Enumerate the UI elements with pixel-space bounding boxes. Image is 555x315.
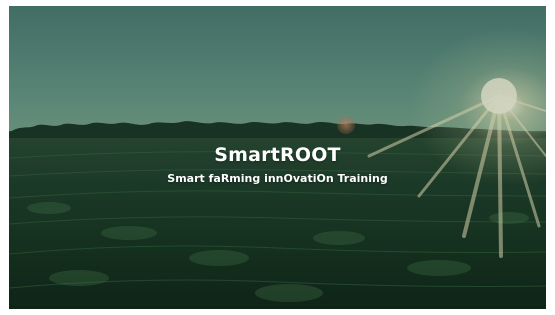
slide-title: SmartROOT [214, 144, 341, 166]
slide-canvas: SmartROOT Smart faRming innOvatiOn Train… [9, 6, 546, 309]
slide-subtitle: Smart faRming innOvatiOn Training [167, 172, 388, 185]
